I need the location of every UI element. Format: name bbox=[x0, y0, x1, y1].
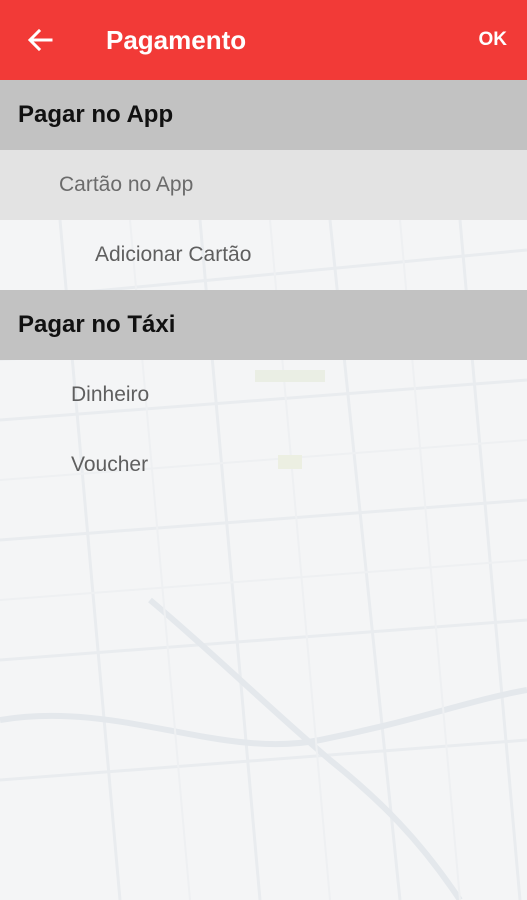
payment-options-list: Pagar no App Cartão no App Adicionar Car… bbox=[0, 80, 527, 500]
ok-button[interactable]: OK bbox=[459, 0, 527, 80]
section-header-pay-in-app: Pagar no App bbox=[0, 80, 527, 150]
voucher-item[interactable]: Voucher bbox=[0, 430, 527, 500]
group-card-in-app[interactable]: Cartão no App bbox=[0, 150, 527, 220]
back-button[interactable] bbox=[0, 0, 80, 80]
cash-item[interactable]: Dinheiro bbox=[0, 360, 527, 430]
app-bar: Pagamento OK bbox=[0, 0, 527, 80]
section-header-pay-in-taxi: Pagar no Táxi bbox=[0, 290, 527, 360]
arrow-left-icon bbox=[27, 28, 53, 52]
payment-screen: Pagamento OK Pagar no App Cartão no App … bbox=[0, 0, 527, 900]
add-card-item[interactable]: Adicionar Cartão bbox=[0, 220, 527, 290]
page-title: Pagamento bbox=[106, 24, 247, 55]
